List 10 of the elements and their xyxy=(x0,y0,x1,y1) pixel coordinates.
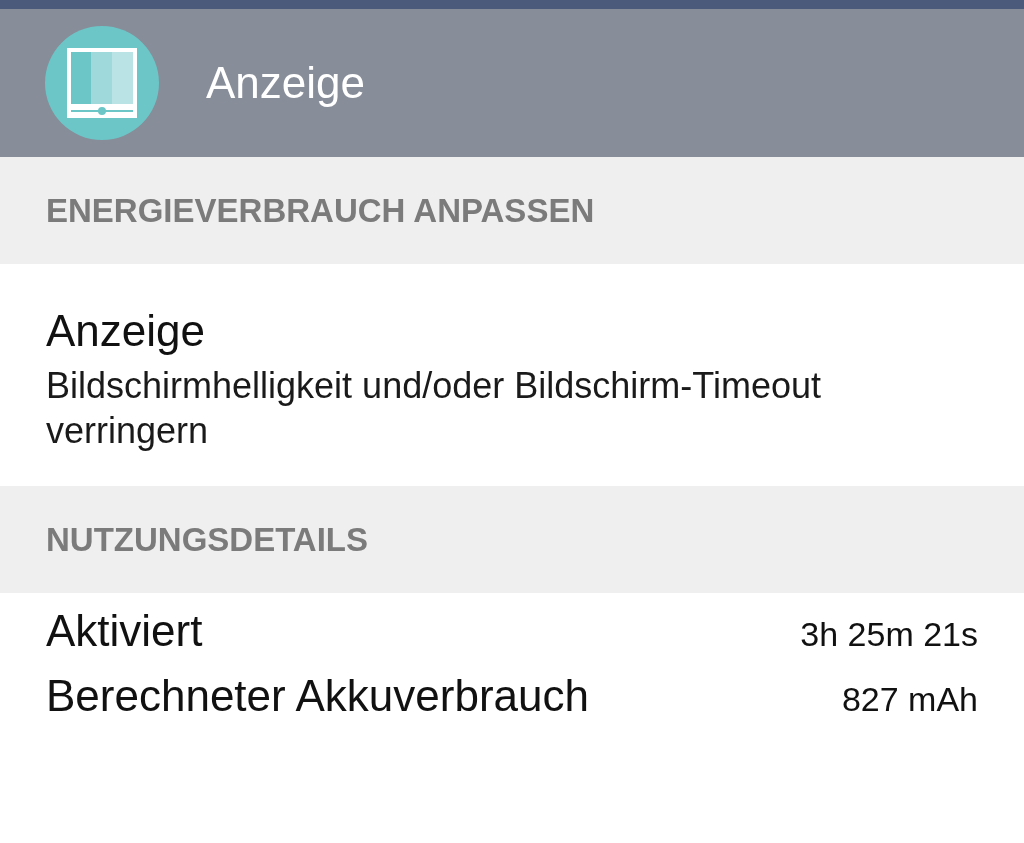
detail-value: 827 mAh xyxy=(841,680,978,719)
detail-label: Berechneter Akkuverbrauch xyxy=(46,670,589,722)
display-icon xyxy=(45,26,159,140)
header-title: Anzeige xyxy=(206,57,365,109)
detail-value: 3h 25m 21s xyxy=(800,615,978,654)
section-heading: NUTZUNGSDETAILS xyxy=(46,519,369,560)
detail-label: Aktiviert xyxy=(46,605,203,657)
item-description: Bildschirmhelligkeit und/oder Bildschirm-Timeout verringern xyxy=(46,364,822,453)
section-heading: ENERGIEVERBRAUCH ANPASSEN xyxy=(46,190,595,231)
item-title: Anzeige xyxy=(46,305,206,357)
